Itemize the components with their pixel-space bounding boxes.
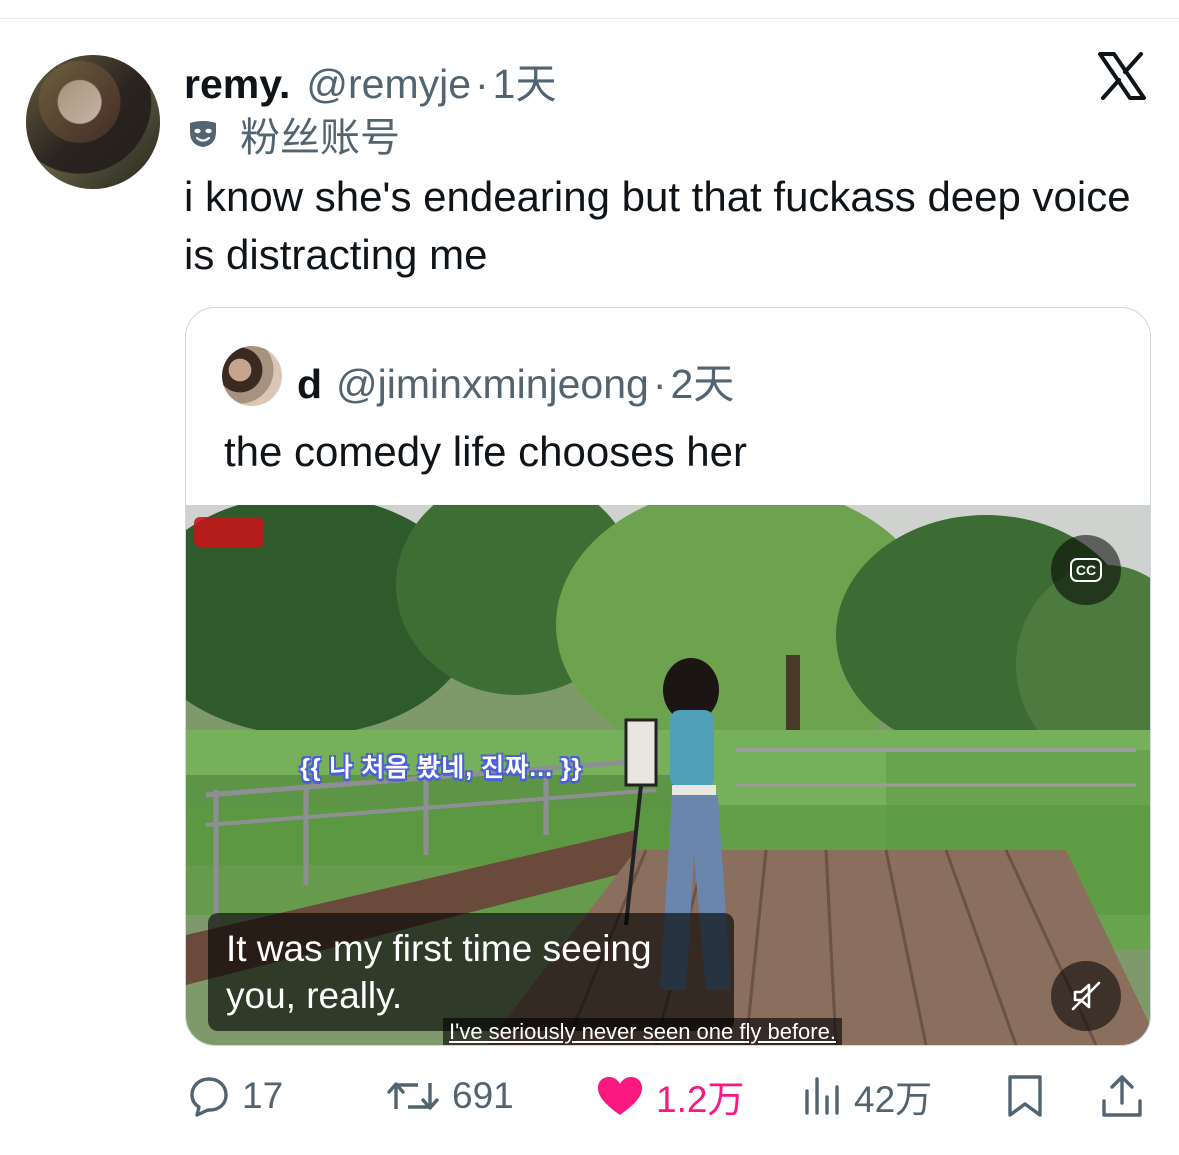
quoted-tweet-text: the comedy life chooses her bbox=[224, 428, 747, 475]
separator-dot: · bbox=[652, 361, 667, 407]
quoted-author-avatar[interactable] bbox=[222, 346, 282, 406]
repost-icon bbox=[387, 1082, 439, 1110]
reply-icon bbox=[190, 1077, 228, 1117]
repost-button[interactable]: 691 bbox=[386, 1066, 514, 1126]
fan-account-label: 粉丝账号 bbox=[188, 112, 400, 160]
author-avatar[interactable] bbox=[26, 55, 160, 189]
quoted-tweet[interactable]: d @jiminxminjeong · 2天 the comedy life c… bbox=[185, 307, 1151, 1046]
share-button[interactable] bbox=[1100, 1066, 1144, 1126]
tweet-header: remy. @remyje · 1天 bbox=[184, 50, 556, 107]
quoted-timestamp[interactable]: 2天 bbox=[671, 350, 735, 410]
top-divider bbox=[0, 18, 1179, 19]
author-display-name[interactable]: remy. bbox=[184, 61, 290, 108]
like-button[interactable]: 1.2万 bbox=[596, 1066, 744, 1126]
bookmark-icon bbox=[1008, 1075, 1042, 1117]
views-count: 42万 bbox=[854, 1079, 933, 1120]
repost-count: 691 bbox=[452, 1075, 514, 1116]
x-logo-icon bbox=[1098, 52, 1146, 100]
reply-count: 17 bbox=[242, 1075, 284, 1116]
closed-captions-icon: CC bbox=[1069, 558, 1103, 582]
share-icon bbox=[1102, 1075, 1142, 1117]
like-count: 1.2万 bbox=[656, 1079, 745, 1120]
quoted-handle[interactable]: @jiminxminjeong bbox=[336, 361, 649, 408]
quoted-tweet-header: d @jiminxminjeong · 2天 bbox=[297, 350, 734, 407]
separator-dot: · bbox=[475, 61, 489, 107]
mask-icon bbox=[190, 121, 216, 147]
tweet-timestamp[interactable]: 1天 bbox=[493, 50, 557, 110]
video-player[interactable]: {{ 나 처음 봤네, 진짜... }} CC It was my first … bbox=[186, 505, 1150, 1045]
closed-captions-button[interactable]: CC bbox=[1051, 535, 1121, 605]
mute-button[interactable] bbox=[1051, 961, 1121, 1031]
quoted-display-name[interactable]: d bbox=[297, 361, 322, 408]
views-button[interactable]: 42万 bbox=[802, 1066, 932, 1126]
fan-account-text: 粉丝账号 bbox=[240, 116, 400, 160]
author-handle[interactable]: @remyje bbox=[306, 61, 471, 108]
heart-icon bbox=[598, 1077, 642, 1115]
reply-button[interactable]: 17 bbox=[188, 1066, 283, 1126]
action-bar: 17 691 1.2万 42万 bbox=[0, 1066, 1179, 1126]
muted-speaker-icon bbox=[1071, 981, 1101, 1011]
tweet-text: i know she's endearing but that fuckass … bbox=[184, 173, 1131, 278]
burned-in-subtitle: I've seriously never seen one fly before… bbox=[443, 1018, 842, 1045]
bookmark-button[interactable] bbox=[1006, 1066, 1044, 1126]
views-icon bbox=[805, 1077, 839, 1115]
korean-subtitle: {{ 나 처음 봤네, 진짜... }} bbox=[300, 754, 583, 782]
video-caption: It was my first time seeing you, really. bbox=[208, 913, 734, 1031]
